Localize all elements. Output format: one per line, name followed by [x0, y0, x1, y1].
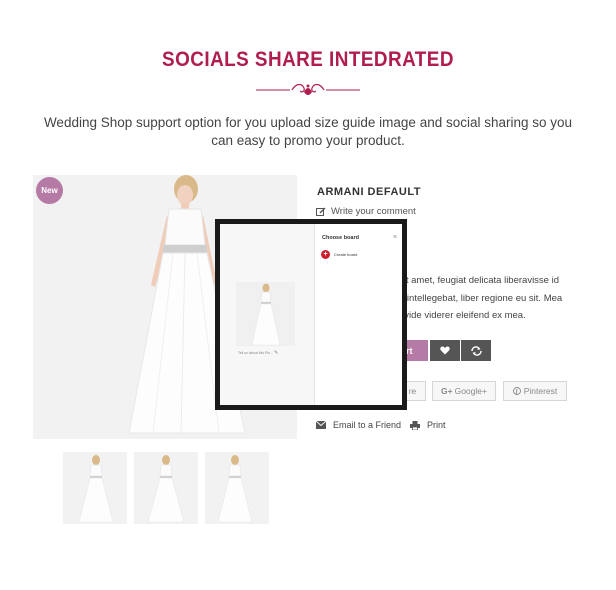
product-title: ARMANI DEFAULT — [317, 186, 421, 198]
pinterest-label: Pinterest — [523, 386, 558, 396]
email-friend-label: Email to a Friend — [333, 420, 402, 430]
product-thumbnail[interactable] — [205, 452, 269, 524]
refresh-icon — [470, 345, 482, 356]
create-board-label: Create board — [334, 252, 358, 257]
print-label: Print — [427, 420, 446, 430]
new-badge: New — [36, 177, 63, 204]
pinterest-modal: Tell us about this Pin... ✎ Choose board… — [215, 219, 407, 410]
dress-pin-icon — [236, 282, 295, 346]
print-link[interactable]: Print — [410, 420, 446, 430]
google-plus-label: Google+ — [454, 386, 487, 396]
product-thumbnail[interactable] — [134, 452, 198, 524]
section-title: SOCIALS SHARE INTEDRATED — [162, 48, 454, 71]
close-icon[interactable]: × — [393, 234, 397, 241]
google-plus-icon: G+ — [441, 386, 453, 396]
wishlist-button[interactable] — [430, 340, 460, 361]
create-board-button[interactable]: + Create board — [321, 250, 357, 259]
pencil-icon[interactable]: ✎ — [274, 350, 278, 356]
dress-thumbnail-icon — [134, 452, 198, 524]
modal-panel: Tell us about this Pin... ✎ Choose board… — [220, 224, 402, 405]
description-line: , vide viderer eleifend ex mea. — [399, 310, 526, 321]
description-line: sit amet, feugiat delicata liberavisse i… — [399, 275, 559, 286]
envelope-icon — [316, 421, 326, 429]
dress-thumbnail-icon — [205, 452, 269, 524]
ornament-divider-icon — [256, 83, 360, 95]
pinterest-share-button[interactable]: Pinterest — [503, 381, 567, 401]
printer-icon — [410, 420, 420, 430]
product-thumbnail[interactable] — [63, 452, 127, 524]
modal-title: Choose board — [322, 235, 359, 241]
pencil-square-icon — [316, 207, 326, 216]
compare-button[interactable] — [461, 340, 491, 361]
pinterest-icon — [512, 387, 521, 395]
dress-thumbnail-icon — [63, 452, 127, 524]
section-description: Wedding Shop support option for you uplo… — [43, 115, 573, 148]
heart-icon — [440, 346, 450, 355]
email-friend-link[interactable]: Email to a Friend — [316, 420, 401, 430]
description-line: n intellegebat, liber regione eu sit. Me… — [399, 293, 563, 304]
google-plus-share-button[interactable]: G+ Google+ — [432, 381, 496, 401]
pin-image — [236, 282, 295, 346]
write-review-label: Write your comment — [331, 206, 416, 217]
pin-caption: Tell us about this Pin... — [238, 351, 274, 355]
plus-icon: + — [321, 250, 330, 259]
write-review-link[interactable]: Write your comment — [316, 206, 416, 217]
